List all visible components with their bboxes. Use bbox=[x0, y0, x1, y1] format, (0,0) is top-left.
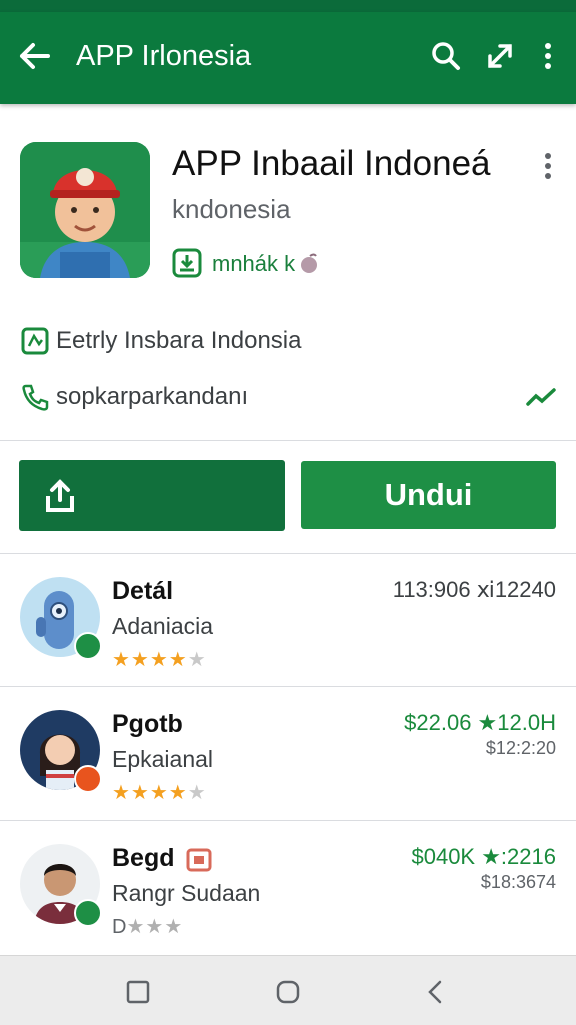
divider bbox=[0, 820, 576, 821]
review-meta-secondary: $18:3674 bbox=[480, 872, 556, 892]
star-rating: ★★★★★ bbox=[112, 782, 207, 804]
app-more-icon[interactable] bbox=[536, 150, 560, 182]
divider bbox=[0, 686, 576, 687]
map-icon bbox=[21, 327, 49, 355]
app-bar-title: APP Irlonesia bbox=[76, 40, 252, 72]
app-icon[interactable] bbox=[20, 142, 150, 278]
review-name: Begd bbox=[112, 844, 175, 872]
review-subtitle: Adaniacia bbox=[112, 613, 214, 639]
status-bar bbox=[0, 0, 576, 12]
share-button[interactable] bbox=[19, 460, 285, 531]
back-arrow-icon[interactable] bbox=[14, 36, 54, 76]
share-icon bbox=[46, 479, 74, 512]
phone-icon bbox=[22, 384, 49, 411]
install-button[interactable]: Undui bbox=[301, 461, 556, 529]
download-badge-icon bbox=[172, 248, 202, 278]
review-name: Pgotb bbox=[112, 710, 183, 738]
review-subtitle: Rangr Sudaan bbox=[112, 880, 261, 906]
list-item[interactable]: Pgotb Epkaianal ★★★★★ $22.06 ★12.0H $12:… bbox=[0, 690, 576, 824]
list-item[interactable]: Begd Rangr Sudaan D★★★ $040K ★:2216 $18:… bbox=[0, 824, 576, 958]
review-extra-text: D bbox=[112, 916, 127, 938]
review-meta: $040K ★:2216 bbox=[411, 844, 556, 869]
app-name: APP Inbaail Indoneá bbox=[172, 144, 491, 183]
search-icon[interactable] bbox=[428, 38, 464, 74]
list-item[interactable]: Detál Adaniacia ★★★★★ 113:906 ⅺ12240 bbox=[0, 557, 576, 691]
more-vert-icon[interactable] bbox=[530, 38, 566, 74]
review-subtitle: Epkaianal bbox=[112, 746, 214, 772]
tag-icon bbox=[186, 848, 212, 872]
badge-text: mnhák k bbox=[212, 251, 296, 276]
system-nav-bar bbox=[0, 955, 576, 1025]
status-badge-icon bbox=[74, 899, 102, 927]
home-icon[interactable] bbox=[274, 978, 302, 1006]
trend-icon bbox=[526, 388, 556, 406]
info-location-text: Eetrly Insbara Indonsia bbox=[56, 327, 302, 354]
apple-icon bbox=[301, 253, 317, 273]
review-meta-secondary: $12:2:20 bbox=[485, 738, 556, 758]
review-name: Detál bbox=[112, 577, 174, 605]
recent-apps-icon[interactable] bbox=[124, 978, 152, 1006]
app-bar: APP Irlonesia bbox=[0, 12, 576, 104]
divider bbox=[0, 440, 576, 441]
review-meta: 113:906 ⅺ12240 bbox=[392, 577, 556, 602]
developer-name[interactable]: kndonesia bbox=[172, 194, 291, 225]
info-phone-text: sopkarparkandanı bbox=[56, 383, 249, 410]
expand-icon[interactable] bbox=[482, 38, 518, 74]
status-badge-icon bbox=[74, 765, 102, 793]
review-extra: D★★★ bbox=[112, 916, 184, 938]
verified-badge-icon bbox=[74, 632, 102, 660]
divider bbox=[0, 553, 576, 554]
review-meta: $22.06 ★12.0H bbox=[404, 710, 556, 735]
back-nav-icon[interactable] bbox=[422, 978, 450, 1006]
star-rating: ★★★★★ bbox=[112, 649, 207, 671]
cap-boy-avatar bbox=[20, 142, 150, 278]
